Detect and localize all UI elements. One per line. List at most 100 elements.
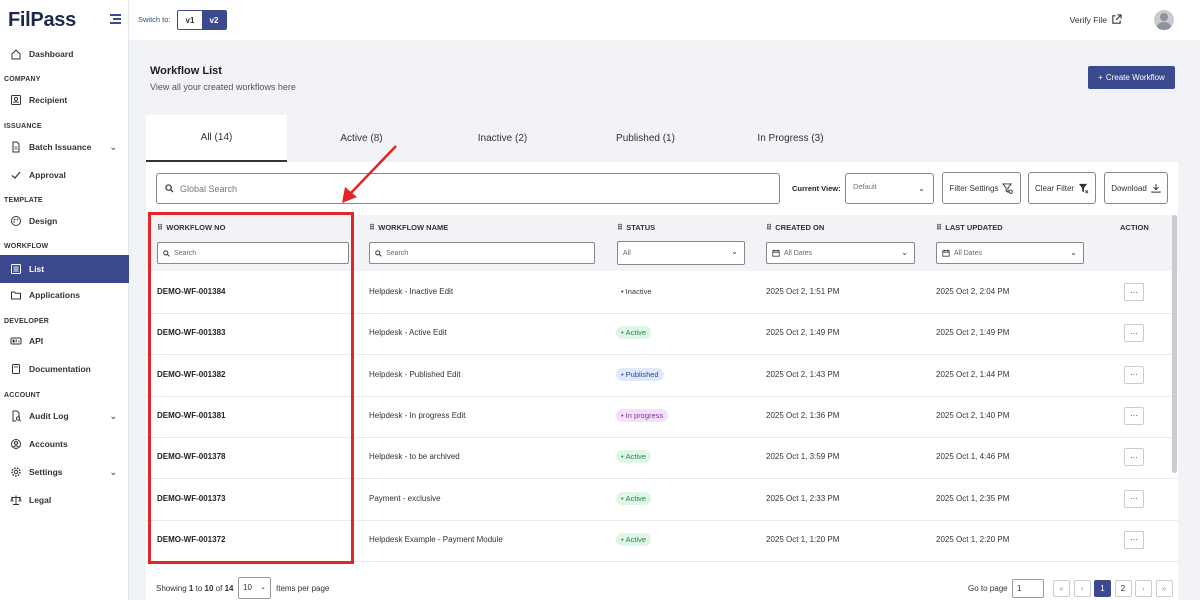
last-updated-cell: 2025 Oct 1, 4:46 PM — [936, 452, 1010, 462]
external-link-icon — [1112, 14, 1122, 24]
workflow-name-cell: Helpdesk - Inactive Edit — [369, 287, 454, 296]
sidebar-item-design[interactable]: Design — [0, 208, 129, 234]
sidebar-item-legal[interactable]: Legal — [0, 487, 129, 513]
go-to-page-input[interactable]: 1 — [1012, 579, 1044, 598]
sidebar-item-applications[interactable]: Applications — [0, 282, 129, 308]
sidebar-item-accounts[interactable]: Accounts — [0, 431, 129, 457]
created-on-cell: 2025 Oct 2, 1:36 PM — [766, 410, 840, 420]
download-button[interactable]: Download — [1104, 172, 1168, 204]
workflow-name-search-input[interactable]: Search — [369, 242, 595, 264]
sidebar-item-recipient[interactable]: Recipient — [0, 87, 129, 113]
avatar[interactable] — [1154, 10, 1174, 30]
tab-active[interactable]: Active (8) — [291, 115, 432, 162]
status-filter-select[interactable]: All ⌄ — [617, 241, 745, 265]
workflow-name-cell: Payment - exclusive — [369, 493, 441, 503]
next-page-button[interactable]: › — [1135, 580, 1152, 597]
drag-handle-icon[interactable]: ⠿ — [766, 223, 772, 232]
row-action-menu-button[interactable]: ··· — [1124, 283, 1144, 301]
items-per-page-select[interactable]: 10 ⌄ — [238, 577, 271, 599]
row-action-menu-button[interactable]: ··· — [1124, 365, 1144, 384]
drag-handle-icon[interactable]: ⠿ — [617, 223, 623, 232]
tab-inactive[interactable]: Inactive (2) — [432, 115, 573, 162]
last-updated-date-filter[interactable]: All Dates ⌄ — [936, 242, 1084, 264]
sidebar-item-label: Dashboard — [29, 49, 74, 59]
current-view-label: Current View: — [792, 184, 841, 193]
sidebar-item-batch-issuance[interactable]: Batch Issuance ⌄ — [0, 134, 129, 160]
sidebar-section-developer: DEVELOPER — [4, 318, 49, 325]
drag-handle-icon[interactable]: ⠿ — [936, 223, 942, 232]
table-scrollbar[interactable] — [1172, 215, 1177, 473]
drag-handle-icon[interactable]: ⠿ — [369, 223, 375, 232]
row-action-menu-button[interactable]: ··· — [1124, 448, 1144, 467]
sidebar-item-dashboard[interactable]: Dashboard — [0, 41, 129, 67]
workflow-name-cell: Helpdesk - Published Edit — [369, 369, 461, 379]
column-workflow-name[interactable]: ⠿ WORKFLOW NAME — [369, 223, 448, 232]
clear-filter-button[interactable]: Clear Filter — [1028, 172, 1096, 204]
filter-settings-label: Filter Settings — [949, 183, 999, 193]
filpass-logo[interactable]: FilPass — [8, 9, 76, 32]
tab-all[interactable]: All (14) — [146, 115, 287, 162]
version-v2-button[interactable]: v2 — [202, 11, 226, 29]
last-updated-cell: 2025 Oct 2, 2:04 PM — [936, 287, 1010, 296]
date-filter-value: All Dates — [784, 249, 813, 257]
column-created-on[interactable]: ⠿ CREATED ON — [766, 223, 824, 232]
page-1-button[interactable]: 1 — [1094, 580, 1111, 597]
global-search-input[interactable]: Global Search — [156, 173, 780, 204]
items-per-page-value: 10 — [243, 583, 252, 592]
page-subtitle: View all your created workflows here — [150, 82, 296, 92]
workflow-name-cell: Helpdesk Example - Payment Module — [369, 534, 503, 544]
sidebar-item-audit-log[interactable]: Audit Log ⌄ — [0, 403, 129, 429]
sidebar-item-label: Batch Issuance — [29, 142, 92, 152]
showing-prefix: Showing — [156, 584, 187, 593]
status-badge: Inactive — [616, 285, 657, 298]
sidebar-item-approval[interactable]: Approval — [0, 162, 129, 188]
column-label: LAST UPDATED — [945, 223, 1003, 232]
row-action-menu-button[interactable]: ··· — [1124, 489, 1144, 508]
sidebar-item-label: Audit Log — [29, 411, 69, 421]
created-on-cell: 2025 Oct 1, 2:33 PM — [766, 493, 840, 503]
prev-page-button[interactable]: ‹ — [1073, 580, 1091, 597]
sidebar-item-list[interactable]: List — [0, 255, 129, 283]
row-action-menu-button[interactable]: ··· — [1124, 324, 1144, 343]
menu-toggle-icon[interactable] — [110, 14, 121, 26]
column-action: ACTION — [1120, 223, 1149, 232]
page-2-button[interactable]: 2 — [1114, 580, 1132, 597]
chevron-down-icon: ⌄ — [109, 411, 117, 421]
workflow-name-cell: Helpdesk - Active Edit — [369, 328, 447, 338]
chevron-down-icon: ⌄ — [260, 584, 266, 591]
status-badge: Active — [616, 326, 652, 340]
row-action-menu-button[interactable]: ··· — [1124, 406, 1144, 425]
tab-in-progress[interactable]: In Progress (3) — [718, 115, 863, 162]
global-search-placeholder: Global Search — [180, 183, 238, 194]
sidebar-item-settings[interactable]: Settings ⌄ — [0, 459, 129, 485]
sidebar-item-documentation[interactable]: Documentation — [0, 356, 129, 382]
last-updated-cell: 2025 Oct 1, 2:20 PM — [936, 534, 1010, 544]
row-action-menu-button[interactable]: ··· — [1124, 530, 1144, 549]
version-switch: v1 v2 — [177, 10, 227, 30]
last-updated-cell: 2025 Oct 2, 1:44 PM — [936, 369, 1010, 379]
book-icon — [10, 363, 22, 375]
created-on-cell: 2025 Oct 2, 1:43 PM — [766, 369, 840, 379]
check-icon — [10, 169, 22, 181]
search-icon — [375, 249, 382, 257]
column-status[interactable]: ⠿ STATUS — [617, 223, 655, 232]
gear-icon — [10, 466, 22, 478]
first-page-button[interactable]: « — [1053, 580, 1070, 597]
create-workflow-button[interactable]: + Create Workflow — [1088, 66, 1175, 89]
created-on-date-filter[interactable]: All Dates ⌄ — [766, 242, 915, 264]
created-on-cell: 2025 Oct 2, 1:49 PM — [766, 328, 840, 338]
current-view-select[interactable]: Default ⌄ — [845, 173, 934, 204]
download-icon — [1151, 183, 1161, 193]
version-v1-button[interactable]: v1 — [178, 11, 202, 29]
status-badge: Active — [616, 450, 652, 464]
column-last-updated[interactable]: ⠿ LAST UPDATED — [936, 223, 1003, 232]
sidebar-item-api[interactable]: API — [0, 328, 129, 354]
last-page-button[interactable]: » — [1155, 580, 1173, 597]
page-title: Workflow List — [150, 65, 222, 77]
chevron-down-icon: ⌄ — [109, 142, 117, 152]
plus-icon: + — [1098, 73, 1103, 82]
verify-file-link[interactable]: Verify File — [1070, 14, 1122, 25]
tab-published[interactable]: Published (1) — [573, 115, 718, 162]
filter-settings-button[interactable]: Filter Settings — [942, 172, 1021, 204]
items-per-page-label: Items per page — [276, 584, 330, 593]
